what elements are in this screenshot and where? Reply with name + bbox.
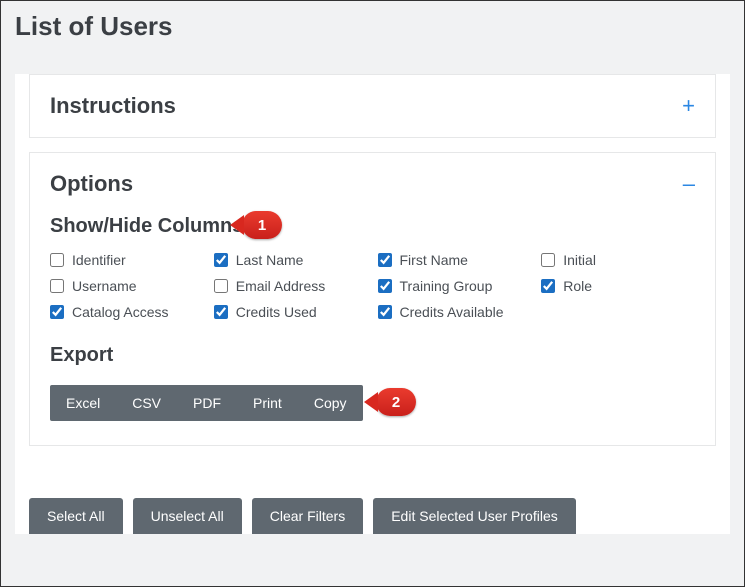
column-checkbox[interactable] bbox=[541, 253, 555, 267]
column-label: Role bbox=[563, 278, 592, 294]
instructions-header[interactable]: Instructions + bbox=[30, 75, 715, 137]
column-toggle-training-group[interactable]: Training Group bbox=[378, 278, 532, 294]
column-label: Credits Available bbox=[400, 304, 504, 320]
export-csv-button[interactable]: CSV bbox=[116, 385, 177, 421]
bottom-action-bar: Select All Unselect All Clear Filters Ed… bbox=[15, 454, 730, 534]
column-toggle-role[interactable]: Role bbox=[541, 278, 695, 294]
main-container: Instructions + Options – Show/Hide Colum… bbox=[15, 74, 730, 534]
expand-icon[interactable]: + bbox=[682, 95, 695, 117]
column-checkbox[interactable] bbox=[541, 279, 555, 293]
showhide-title: Show/Hide Columns bbox=[50, 215, 243, 238]
options-header[interactable]: Options – bbox=[30, 153, 715, 215]
column-label: Last Name bbox=[236, 252, 304, 268]
column-toggle-initial[interactable]: Initial bbox=[541, 252, 695, 268]
collapse-icon[interactable]: – bbox=[683, 173, 695, 195]
column-label: First Name bbox=[400, 252, 468, 268]
select-all-button[interactable]: Select All bbox=[29, 498, 123, 534]
column-checkbox[interactable] bbox=[214, 253, 228, 267]
column-checkbox[interactable] bbox=[50, 279, 64, 293]
column-toggle-last-name[interactable]: Last Name bbox=[214, 252, 368, 268]
options-body: Show/Hide Columns 1 Identifier Last Name… bbox=[30, 215, 715, 445]
export-pdf-button[interactable]: PDF bbox=[177, 385, 237, 421]
column-toggle-email-address[interactable]: Email Address bbox=[214, 278, 368, 294]
options-panel: Options – Show/Hide Columns 1 Identifier… bbox=[29, 152, 716, 446]
column-checkbox[interactable] bbox=[50, 305, 64, 319]
column-checkbox[interactable] bbox=[378, 305, 392, 319]
annotation-marker-1: 1 bbox=[242, 211, 282, 239]
column-toggle-credits-used[interactable]: Credits Used bbox=[214, 304, 368, 320]
export-excel-button[interactable]: Excel bbox=[50, 385, 116, 421]
column-checkbox[interactable] bbox=[378, 253, 392, 267]
column-checkbox[interactable] bbox=[214, 279, 228, 293]
column-toggle-catalog-access[interactable]: Catalog Access bbox=[50, 304, 204, 320]
column-checkbox[interactable] bbox=[378, 279, 392, 293]
column-toggle-username[interactable]: Username bbox=[50, 278, 204, 294]
column-checkbox[interactable] bbox=[50, 253, 64, 267]
clear-filters-button[interactable]: Clear Filters bbox=[252, 498, 363, 534]
instructions-panel: Instructions + bbox=[29, 74, 716, 138]
column-checkbox[interactable] bbox=[214, 305, 228, 319]
column-label: Catalog Access bbox=[72, 304, 169, 320]
column-label: Training Group bbox=[400, 278, 493, 294]
columns-grid: Identifier Last Name First Name Initial … bbox=[50, 252, 695, 320]
export-print-button[interactable]: Print bbox=[237, 385, 298, 421]
annotation-marker-2: 2 bbox=[376, 388, 416, 416]
options-title: Options bbox=[50, 171, 133, 197]
page-title: List of Users bbox=[1, 1, 744, 60]
export-toolbar: Excel CSV PDF Print Copy bbox=[50, 385, 363, 421]
edit-profiles-button[interactable]: Edit Selected User Profiles bbox=[373, 498, 576, 534]
column-toggle-first-name[interactable]: First Name bbox=[378, 252, 532, 268]
unselect-all-button[interactable]: Unselect All bbox=[133, 498, 242, 534]
column-label: Username bbox=[72, 278, 137, 294]
column-label: Email Address bbox=[236, 278, 325, 294]
column-toggle-identifier[interactable]: Identifier bbox=[50, 252, 204, 268]
column-label: Initial bbox=[563, 252, 596, 268]
export-title: Export bbox=[50, 344, 113, 367]
column-toggle-credits-available[interactable]: Credits Available bbox=[378, 304, 532, 320]
column-label: Credits Used bbox=[236, 304, 317, 320]
instructions-title: Instructions bbox=[50, 93, 176, 119]
column-label: Identifier bbox=[72, 252, 126, 268]
export-copy-button[interactable]: Copy bbox=[298, 385, 363, 421]
